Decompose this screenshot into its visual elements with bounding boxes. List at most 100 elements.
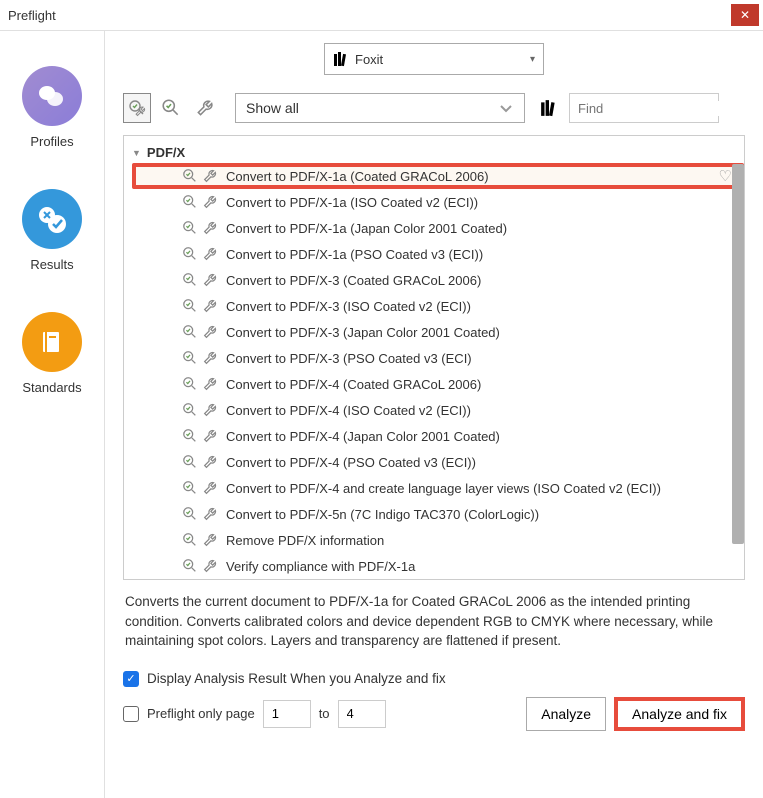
tree-item[interactable]: Convert to PDF/X-3 (PSO Coated v3 (ECI): [132, 345, 744, 371]
wrench-icon: [202, 402, 218, 418]
chevron-down-icon: [498, 100, 514, 116]
tool-wrench[interactable]: [191, 93, 219, 123]
profile-tree: ▼ PDF/X Convert to PDF/X-1a (Coated GRAC…: [123, 135, 745, 580]
tree-item[interactable]: Convert to PDF/X-1a (ISO Coated v2 (ECI)…: [132, 189, 744, 215]
chevron-down-icon: ▾: [530, 54, 535, 65]
tree-item-label: Convert to PDF/X-3 (PSO Coated v3 (ECI): [226, 351, 472, 366]
tree-item[interactable]: Convert to PDF/X-1a (Japan Color 2001 Co…: [132, 215, 744, 241]
tree-item-label: Convert to PDF/X-1a (Japan Color 2001 Co…: [226, 221, 507, 236]
tree-item-label: Verify compliance with PDF/X-1a: [226, 559, 415, 574]
tree-item[interactable]: Convert to PDF/X-4 and create language l…: [132, 475, 744, 501]
glass-check-icon: [182, 272, 198, 288]
tree-item-label: Convert to PDF/X-4 (PSO Coated v3 (ECI)): [226, 455, 476, 470]
glass-check-icon: [182, 428, 198, 444]
tree-item[interactable]: Verify compliance with PDF/X-1a: [132, 553, 744, 579]
sidebar-item-profiles[interactable]: Profiles: [22, 66, 82, 149]
wrench-icon: [202, 532, 218, 548]
glass-check-icon: [182, 298, 198, 314]
scrollbar[interactable]: [732, 164, 744, 544]
tree-item[interactable]: Convert to PDF/X-4 (Japan Color 2001 Coa…: [132, 423, 744, 449]
display-result-checkbox[interactable]: ✓: [123, 671, 139, 687]
wrench-icon: [202, 376, 218, 392]
library-label: Foxit: [355, 52, 530, 67]
favorite-icon[interactable]: ♡: [719, 167, 732, 185]
glass-check-icon: [182, 324, 198, 340]
wrench-icon: [202, 506, 218, 522]
tree-item-label: Remove PDF/X information: [226, 533, 384, 548]
analyze-and-fix-button[interactable]: Analyze and fix: [614, 697, 745, 731]
wrench-icon: [202, 324, 218, 340]
tree-item[interactable]: Convert to PDF/X-1a (PSO Coated v3 (ECI)…: [132, 241, 744, 267]
books-icon: [539, 99, 559, 117]
glass-check-icon: [182, 506, 198, 522]
glass-check-icon: [182, 532, 198, 548]
tree-item[interactable]: Convert to PDF/X-1a (Coated GRACoL 2006)…: [132, 163, 744, 189]
tree-item[interactable]: Convert to PDF/X-4 (ISO Coated v2 (ECI)): [132, 397, 744, 423]
sidebar-label: Profiles: [30, 134, 73, 149]
glass-check-icon: [182, 350, 198, 366]
page-to-label: to: [319, 706, 330, 721]
glass-check-icon: [182, 454, 198, 470]
tree-item-label: Convert to PDF/X-3 (ISO Coated v2 (ECI)): [226, 299, 471, 314]
tree-item-label: Convert to PDF/X-5n (7C Indigo TAC370 (C…: [226, 507, 539, 522]
group-label: PDF/X: [147, 145, 185, 160]
wrench-icon: [202, 246, 218, 262]
tree-item-label: Convert to PDF/X-1a (PSO Coated v3 (ECI)…: [226, 247, 483, 262]
tree-item[interactable]: Convert to PDF/X-3 (Japan Color 2001 Coa…: [132, 319, 744, 345]
tree-item[interactable]: Convert to PDF/X-4 (PSO Coated v3 (ECI)): [132, 449, 744, 475]
tree-item-label: Convert to PDF/X-3 (Coated GRACoL 2006): [226, 273, 481, 288]
tree-item[interactable]: Convert to PDF/X-5n (7C Indigo TAC370 (C…: [132, 501, 744, 527]
wrench-icon: [202, 220, 218, 236]
wrench-icon: [202, 454, 218, 470]
tool-glass[interactable]: [157, 93, 185, 123]
books-icon: [333, 51, 349, 67]
tree-item-label: Convert to PDF/X-4 (Coated GRACoL 2006): [226, 377, 481, 392]
wrench-icon: [202, 168, 218, 184]
tree-item-label: Convert to PDF/X-4 (Japan Color 2001 Coa…: [226, 429, 500, 444]
tool-library[interactable]: [535, 93, 563, 123]
wrench-icon: [202, 428, 218, 444]
tree-item-label: Convert to PDF/X-4 and create language l…: [226, 481, 661, 496]
glass-check-icon: [182, 168, 198, 184]
glass-check-icon: [182, 194, 198, 210]
wrench-icon: [202, 298, 218, 314]
wrench-icon: [202, 558, 218, 574]
tree-group-pdfx[interactable]: ▼ PDF/X: [132, 142, 744, 163]
tool-wrench-check[interactable]: [123, 93, 151, 123]
wrench-icon: [202, 194, 218, 210]
tree-item[interactable]: Convert to PDF/X-4 (Coated GRACoL 2006): [132, 371, 744, 397]
page-to-input[interactable]: [338, 700, 386, 728]
collapse-icon: ▼: [132, 148, 141, 158]
window-title: Preflight: [8, 8, 731, 23]
filter-label: Show all: [246, 100, 498, 116]
glass-check-icon: [182, 480, 198, 496]
tree-item-label: Convert to PDF/X-3 (Japan Color 2001 Coa…: [226, 325, 500, 340]
sidebar-item-standards[interactable]: Standards: [22, 312, 82, 395]
wrench-icon: [202, 480, 218, 496]
tree-item[interactable]: Convert to PDF/X-3 (Coated GRACoL 2006): [132, 267, 744, 293]
search-input[interactable]: [578, 101, 754, 116]
search-box[interactable]: [569, 93, 719, 123]
wrench-icon: [202, 350, 218, 366]
profiles-icon: [22, 66, 82, 126]
tree-item[interactable]: Convert to PDF/X-3 (ISO Coated v2 (ECI)): [132, 293, 744, 319]
sidebar-label: Results: [30, 257, 73, 272]
tree-item-label: Convert to PDF/X-1a (Coated GRACoL 2006): [226, 169, 489, 184]
preflight-only-checkbox[interactable]: [123, 706, 139, 722]
sidebar: Profiles Results Standards: [0, 31, 105, 798]
glass-check-icon: [182, 376, 198, 392]
tree-item-label: Convert to PDF/X-1a (ISO Coated v2 (ECI)…: [226, 195, 478, 210]
analyze-button[interactable]: Analyze: [526, 697, 606, 731]
display-result-label: Display Analysis Result When you Analyze…: [147, 671, 446, 686]
page-from-input[interactable]: [263, 700, 311, 728]
sidebar-item-results[interactable]: Results: [22, 189, 82, 272]
tree-item-label: Convert to PDF/X-4 (ISO Coated v2 (ECI)): [226, 403, 471, 418]
close-button[interactable]: ✕: [731, 4, 759, 26]
library-select[interactable]: Foxit ▾: [324, 43, 544, 75]
tree-item[interactable]: Remove PDF/X information: [132, 527, 744, 553]
preflight-only-label: Preflight only page: [147, 706, 255, 721]
glass-check-icon: [182, 558, 198, 574]
filter-select[interactable]: Show all: [235, 93, 525, 123]
glass-check-icon: [182, 220, 198, 236]
results-icon: [22, 189, 82, 249]
